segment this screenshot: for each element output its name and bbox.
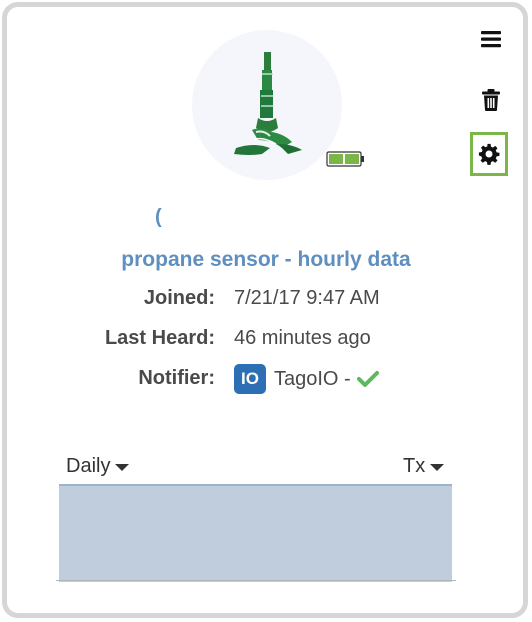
gear-icon (478, 143, 500, 165)
last-heard-label: Last Heard: (104, 327, 215, 349)
battery-icon (326, 151, 364, 167)
joined-row: Joined: 7/21/17 9:47 AM (0, 287, 532, 317)
checkmark-icon (356, 371, 379, 387)
joined-label: Joined: (143, 287, 215, 309)
chevron-down-icon (430, 464, 445, 471)
notifier-name: TagoIO - (274, 367, 351, 390)
chart-baseline (56, 580, 456, 581)
tagoio-logo: IO (234, 364, 266, 394)
activity-chart-area (59, 484, 452, 582)
metric-dropdown[interactable]: Tx (403, 455, 445, 478)
settings-button[interactable] (470, 132, 508, 176)
delete-button[interactable] (474, 83, 508, 117)
device-avatar (192, 30, 342, 180)
metric-label: Tx (403, 455, 426, 477)
notifier-label: Notifier: (138, 367, 215, 389)
joined-value: 7/21/17 9:47 AM (234, 287, 380, 309)
antenna-sensor-icon (234, 52, 302, 155)
chevron-down-icon (115, 464, 130, 471)
period-dropdown[interactable]: Daily (66, 455, 130, 478)
last-heard-row: Last Heard: 46 minutes ago (0, 327, 532, 357)
device-short-name: ( (155, 206, 162, 228)
notifier-value: IO TagoIO - (234, 364, 379, 394)
trash-icon (482, 89, 500, 111)
menu-button[interactable] (474, 22, 508, 56)
battery-indicator (326, 150, 366, 173)
last-heard-value: 46 minutes ago (234, 327, 371, 349)
notifier-row: Notifier: IO TagoIO - (0, 364, 532, 397)
device-name[interactable]: propane sensor - hourly data (0, 248, 532, 272)
hamburger-menu-icon (481, 31, 501, 48)
period-label: Daily (66, 455, 111, 477)
